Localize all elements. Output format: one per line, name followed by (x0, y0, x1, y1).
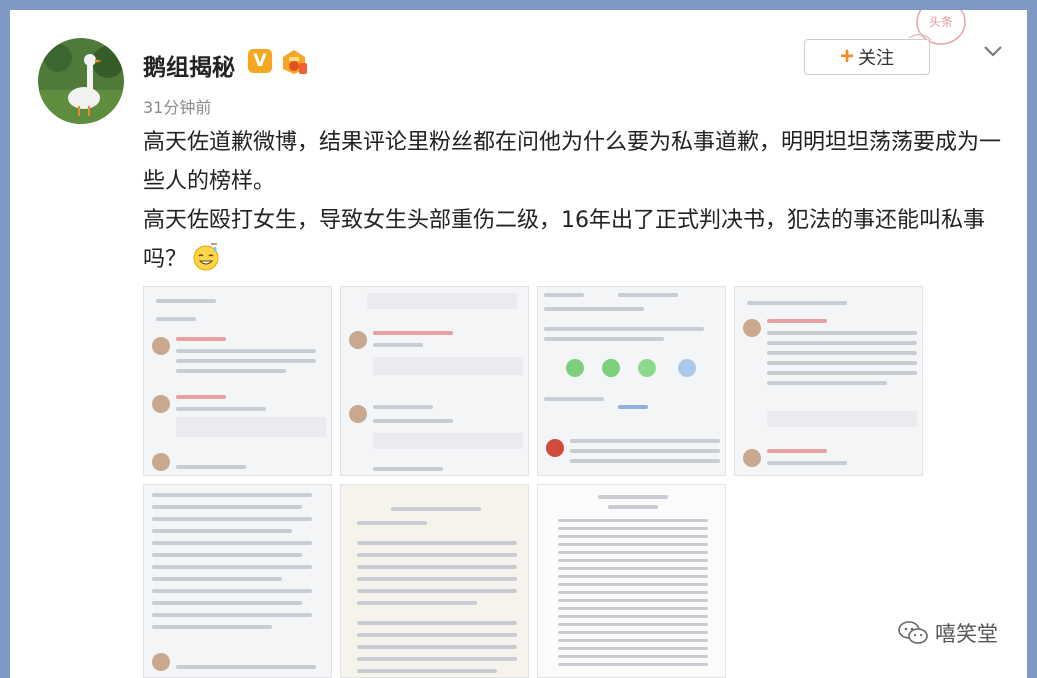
screenshot-thumbnail[interactable] (340, 286, 529, 476)
screenshot-thumbnail[interactable] (340, 484, 529, 678)
post-timestamp: 31分钟前 (143, 98, 212, 117)
screenshot-thumbnail[interactable] (143, 484, 332, 678)
post-paragraph: 高天佐道歉微博，结果评论里粉丝都在问他为什么要为私事道歉，明明坦坦荡荡要成为一些… (143, 130, 1002, 194)
member-badge-icon (280, 49, 308, 75)
sweat-smile-emoji-icon (193, 243, 219, 271)
username[interactable]: 鹅组揭秘 (143, 48, 235, 82)
chevron-down-icon[interactable] (982, 40, 1004, 62)
svg-text:头条: 头条 (929, 15, 953, 29)
follow-label: 关注 (858, 48, 894, 68)
verified-badge-icon: V (248, 49, 272, 73)
plus-icon: + (839, 43, 854, 70)
watermark-text: 嘻笑堂 (935, 622, 998, 646)
post-paragraph: 高天佐殴打女生，导致女生头部重伤二级，16年出了正式判决书，犯法的事还能叫私事吗… (143, 208, 985, 272)
wechat-icon (898, 621, 928, 644)
screenshot-thumbnail[interactable] (143, 286, 332, 476)
weibo-post-card: 鹅组揭秘 V 31分钟前 头条 + 关注 高天佐道歉微博，结果评论里粉丝都在问他… (10, 10, 1027, 678)
post-body: 高天佐道歉微博，结果评论里粉丝都在问他为什么要为私事道歉，明明坦坦荡荡要成为一些… (143, 123, 1003, 279)
follow-button[interactable]: + 关注 (804, 39, 930, 75)
avatar[interactable] (38, 38, 124, 124)
screenshot-thumbnail[interactable] (537, 484, 726, 678)
screenshot-thumbnail[interactable] (537, 286, 726, 476)
screenshot-thumbnail[interactable] (734, 286, 923, 476)
watermark: 嘻笑堂 (897, 618, 998, 648)
